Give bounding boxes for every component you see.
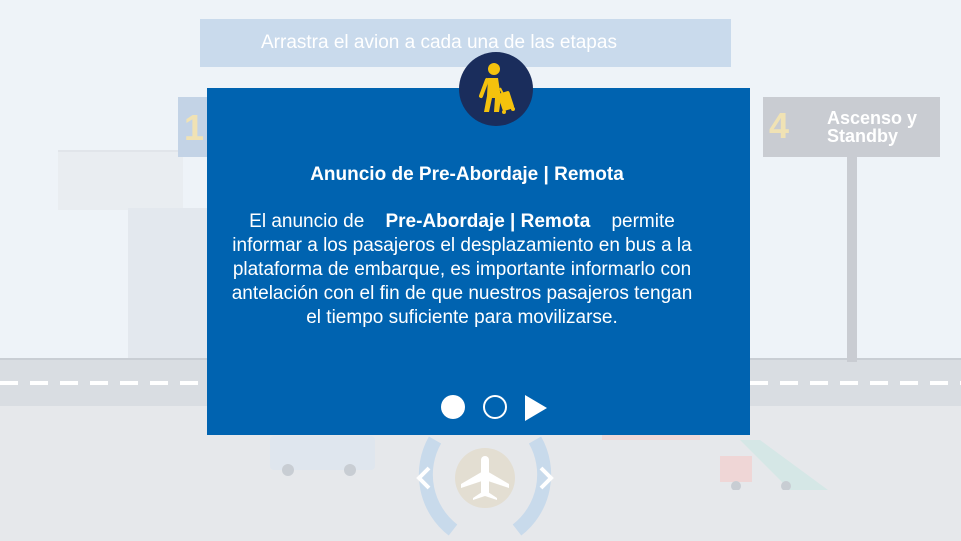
bus-vehicle	[270, 436, 375, 476]
boarding-stairs-truck	[720, 440, 828, 490]
next-arrow-icon[interactable]	[525, 395, 547, 421]
page-dot[interactable]	[483, 395, 507, 419]
control-tower-top	[58, 150, 183, 210]
modal-title: Anuncio de Pre-Abordaje | Remota	[310, 164, 624, 185]
passenger-with-luggage-icon	[459, 52, 533, 126]
page-dot-active[interactable]	[441, 395, 465, 419]
stage-marker-4[interactable]: 4 Ascenso y Standby	[763, 97, 940, 157]
terminal-building	[128, 208, 208, 358]
stage-label: Ascenso y Standby	[827, 108, 918, 146]
body-highlight: Pre-Abordaje | Remota	[385, 211, 591, 232]
plane-drag-control[interactable]	[413, 430, 557, 541]
stage-number: 1	[184, 107, 205, 148]
stage-number: 4	[769, 105, 790, 146]
info-modal: Anuncio de Pre-Abordaje | Remota El anun…	[207, 52, 750, 435]
modal-body: El anuncio de Pre-Abordaje | Remota perm…	[227, 210, 697, 330]
body-prefix: El anuncio de	[249, 211, 365, 232]
sign-pole	[847, 157, 857, 362]
